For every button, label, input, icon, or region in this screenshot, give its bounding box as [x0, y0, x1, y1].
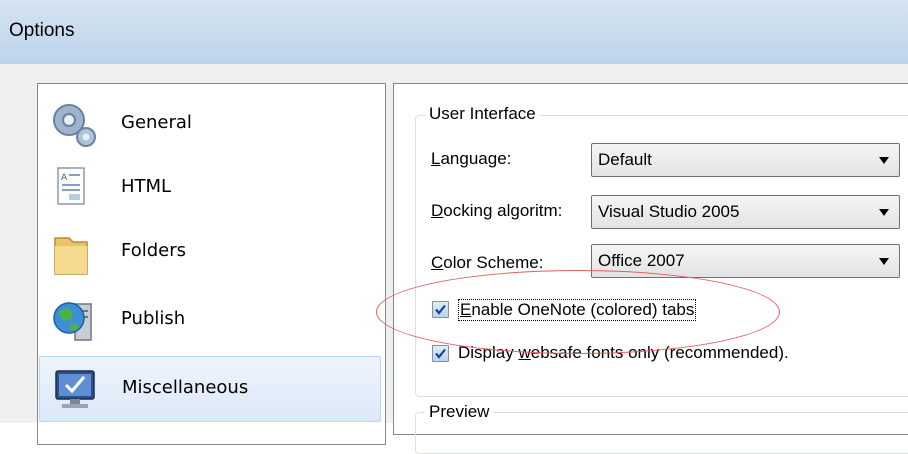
language-label: Language: [431, 149, 512, 168]
user-interface-group-title: User Interface [425, 104, 540, 124]
title-bar: Options [0, 0, 908, 64]
preview-group-title: Preview [425, 402, 494, 422]
language-value: Default [598, 150, 652, 169]
nav-item-folders[interactable]: Folders [39, 220, 381, 284]
nav-item-miscellaneous[interactable]: Miscellaneous [39, 356, 381, 422]
color-scheme-label: Color Scheme: [431, 253, 544, 272]
folder-icon [54, 237, 88, 275]
chevron-down-icon [879, 209, 889, 216]
html-document-icon: A [57, 167, 85, 205]
annotation-ellipse [376, 270, 780, 354]
window-title: Options [9, 20, 75, 41]
checkmark-icon [435, 348, 446, 359]
computer-monitor-icon [55, 370, 95, 408]
nav-label-publish: Publish [121, 308, 186, 329]
chevron-down-icon [879, 258, 889, 265]
nav-label-folders: Folders [121, 240, 187, 261]
chevron-down-icon [879, 157, 889, 164]
globe-server-icon [53, 302, 92, 341]
color-scheme-value: Office 2007 [598, 251, 685, 270]
nav-label-html: HTML [121, 176, 172, 197]
docking-algorithm-value: Visual Studio 2005 [598, 202, 740, 221]
nav-item-html[interactable]: A HTML [39, 156, 381, 220]
nav-label-general: General [121, 112, 192, 133]
docking-algorithm-label: Docking algoritm: [431, 201, 563, 220]
nav-item-general[interactable]: General [39, 92, 381, 156]
websafe-fonts-checkbox[interactable] [432, 345, 449, 362]
nav-label-miscellaneous: Miscellaneous [122, 377, 249, 398]
options-category-list[interactable]: General A HTML Folders Publish Miscellan… [37, 83, 386, 445]
nav-item-publish[interactable]: Publish [39, 288, 381, 352]
docking-algorithm-select[interactable]: Visual Studio 2005 [591, 195, 900, 229]
svg-text:A: A [61, 173, 68, 183]
language-select[interactable]: Default [591, 143, 900, 177]
gears-icon [53, 104, 96, 147]
